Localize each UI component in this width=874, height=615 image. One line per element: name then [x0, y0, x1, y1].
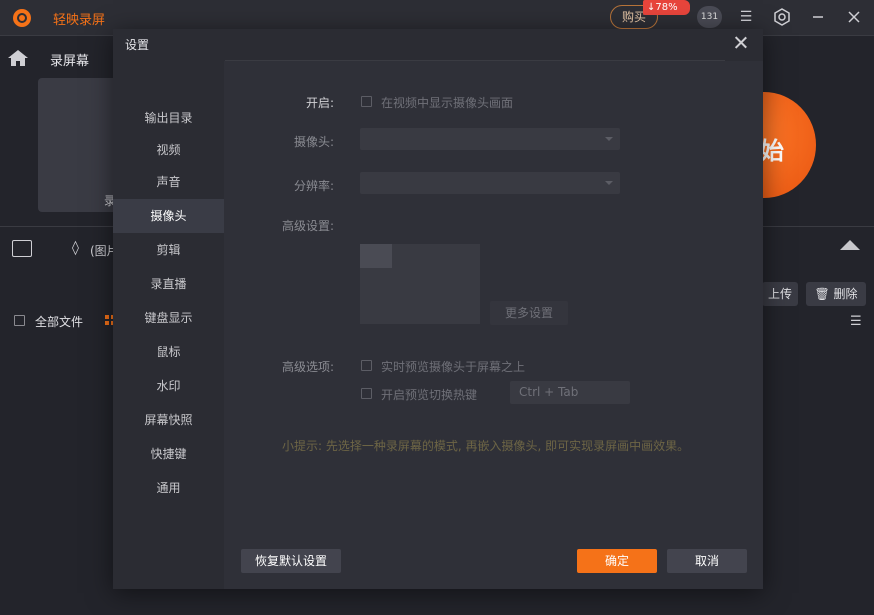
app-name: 轻映录屏 — [53, 13, 106, 28]
list-view-icon[interactable]: ☰ — [850, 314, 862, 329]
settings-dialog: 设置 输出目录 视频 声音 摄像头 剪辑 录直播 键盘显示 鼠标 水印 屏幕快照… — [113, 29, 763, 589]
sidebar-item-edit[interactable]: 剪辑 — [113, 233, 224, 267]
delete-label: 删除 — [833, 287, 858, 301]
discount-badge: ↓78% — [643, 0, 690, 15]
show-camera-checkbox-label: 在视频中显示摄像头画面 — [381, 96, 514, 110]
sidebar-item-camera[interactable]: 摄像头 — [113, 199, 224, 233]
show-camera-checkbox[interactable] — [361, 96, 372, 107]
select-all-checkbox[interactable] — [14, 315, 25, 326]
more-settings-button[interactable]: 更多设置 — [490, 301, 568, 325]
dialog-title: 设置 — [125, 38, 150, 52]
discount-value: 78% — [655, 2, 678, 13]
preview-on-top-checkbox[interactable] — [361, 360, 372, 371]
preview-hotkey-label: 开启预览切换热键 — [381, 388, 478, 402]
notification-count-badge[interactable]: 131 — [697, 6, 722, 28]
tip-text: 小提示: 先选择一种录屏幕的模式, 再嵌入摄像头, 即可实现录屏画中画效果。 — [282, 439, 690, 453]
all-files-label: 全部文件 — [35, 315, 84, 329]
enable-label: 开启: — [305, 96, 334, 110]
app-logo-icon — [13, 9, 31, 27]
minimize-icon[interactable] — [809, 8, 827, 26]
sidebar-item-audio[interactable]: 声音 — [113, 165, 224, 199]
start-record-label: 始 — [760, 137, 784, 165]
camera-select[interactable] — [360, 128, 620, 150]
upload-button[interactable]: 上传 — [762, 282, 798, 306]
camera-preview-thumbnail — [360, 244, 392, 268]
sidebar-item-live[interactable]: 录直播 — [113, 267, 224, 301]
camera-settings-panel: 开启: 在视频中显示摄像头画面 摄像头: 分辨率: 高级设置: 更多设置 高级选… — [224, 61, 763, 589]
trash-icon: 🗑 — [814, 287, 830, 301]
advanced-settings-label: 高级设置: — [281, 219, 334, 233]
close-icon[interactable] — [732, 34, 750, 52]
sidebar-item-general[interactable]: 通用 — [113, 471, 224, 505]
settings-gear-icon[interactable] — [773, 8, 791, 26]
sidebar-item-output-dir[interactable]: 输出目录 — [113, 101, 224, 135]
collapse-up-icon[interactable] — [840, 240, 860, 250]
sidebar-item-watermark[interactable]: 水印 — [113, 369, 224, 403]
sidebar-item-video[interactable]: 视频 — [113, 133, 224, 167]
section-title: 录屏幕 — [50, 54, 90, 69]
folder-icon[interactable] — [12, 240, 32, 257]
camera-label: 摄像头: — [293, 135, 334, 149]
menu-icon[interactable]: ☰ — [737, 8, 755, 26]
sidebar-item-shortcuts[interactable]: 快捷键 — [113, 437, 224, 471]
close-app-icon[interactable] — [845, 8, 863, 26]
camera-preview-area — [360, 244, 480, 324]
advanced-options-label: 高级选项: — [281, 360, 334, 374]
restore-defaults-button[interactable]: 恢复默认设置 — [241, 549, 341, 573]
resolution-label: 分辨率: — [293, 179, 334, 193]
delete-button[interactable]: 🗑 删除 — [806, 282, 866, 306]
settings-sidebar: 输出目录 视频 声音 摄像头 剪辑 录直播 键盘显示 鼠标 水印 屏幕快照 快捷… — [113, 61, 224, 589]
cancel-button[interactable]: 取消 — [667, 549, 747, 573]
preview-hotkey-checkbox[interactable] — [361, 388, 372, 399]
preview-on-top-label: 实时预览摄像头于屏幕之上 — [381, 360, 526, 374]
sidebar-item-snapshot[interactable]: 屏幕快照 — [113, 403, 224, 437]
ok-button[interactable]: 确定 — [577, 549, 657, 573]
sidebar-item-keyboard[interactable]: 键盘显示 — [113, 301, 224, 335]
home-icon[interactable] — [8, 50, 28, 66]
hotkey-input[interactable]: Ctrl + Tab — [510, 381, 630, 404]
water-drop-icon[interactable]: ◊ — [72, 240, 79, 256]
dialog-header: 设置 — [113, 29, 763, 59]
resolution-select[interactable] — [360, 172, 620, 194]
sidebar-item-mouse[interactable]: 鼠标 — [113, 335, 224, 369]
